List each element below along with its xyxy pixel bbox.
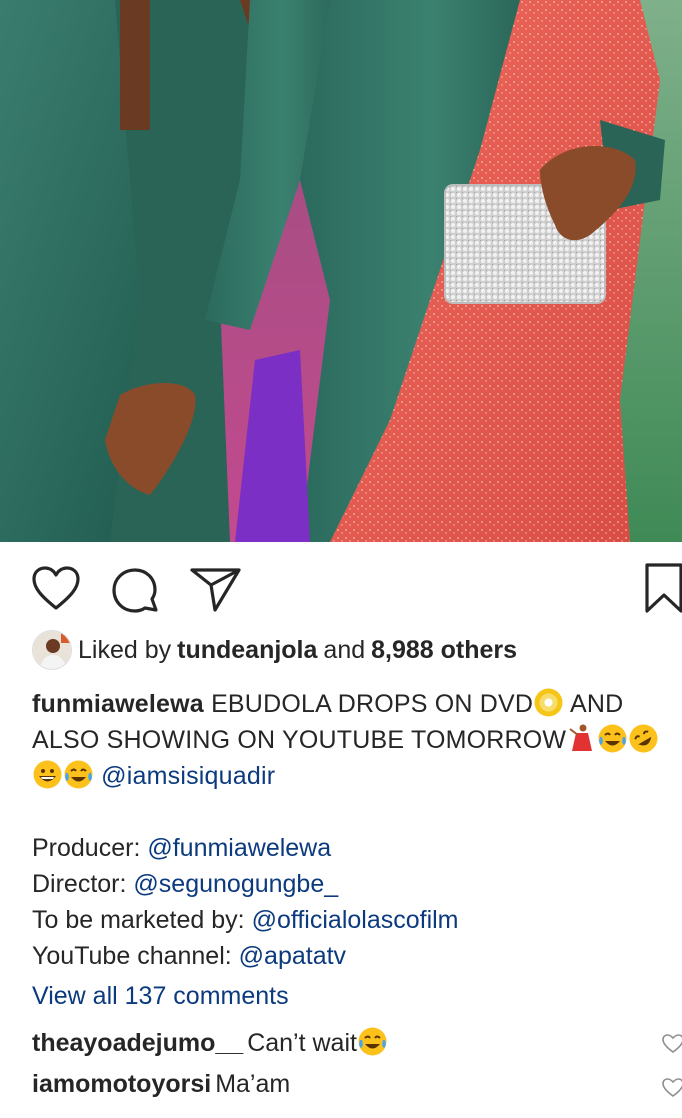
- grinning-emoji-icon: [32, 759, 63, 790]
- credit-mention[interactable]: @funmiawelewa: [147, 834, 331, 862]
- paper-plane-icon[interactable]: [190, 566, 242, 617]
- credit-mention[interactable]: @officialolascofilm: [252, 906, 459, 934]
- avatar[interactable]: [32, 630, 72, 670]
- comment-like-heart-icon[interactable]: [662, 1076, 682, 1105]
- likes-user-link[interactable]: tundeanjola: [177, 636, 317, 664]
- comment-bubble-icon[interactable]: [110, 566, 160, 621]
- view-all-comments-link[interactable]: View all 137 comments: [32, 982, 289, 1011]
- likes-summary[interactable]: Liked by tundeanjola and 8,988 others: [32, 630, 523, 670]
- post-caption: funmiawelewa EBUDOLA DROPS ON DVD AND AL…: [32, 686, 682, 794]
- credit-row: To be marketed by: @officialolascofilm: [32, 902, 459, 938]
- bookmark-icon[interactable]: [644, 562, 682, 619]
- tears-of-joy-emoji-icon: [357, 1026, 388, 1057]
- comment-username[interactable]: theayoadejumo__: [32, 1029, 243, 1057]
- comment-like-heart-icon[interactable]: [662, 1032, 682, 1061]
- tears-of-joy-emoji-icon: [597, 723, 628, 754]
- heart-outline-icon[interactable]: [31, 566, 81, 617]
- credit-label: YouTube channel:: [32, 942, 232, 970]
- credit-label: Producer:: [32, 834, 141, 862]
- caption-username[interactable]: funmiawelewa: [32, 690, 204, 718]
- caption-credits: Producer: @funmiawelewa Director: @segun…: [32, 830, 459, 974]
- photo-illustration: [0, 0, 682, 542]
- credit-row: Director: @segunogungbe_: [32, 866, 459, 902]
- dvd-emoji-icon: [533, 687, 564, 718]
- credit-row: YouTube channel: @apatatv: [32, 938, 459, 974]
- caption-text-1: EBUDOLA DROPS ON DVD: [211, 690, 534, 718]
- likes-joiner: and: [323, 635, 366, 664]
- caption-mention[interactable]: @iamsisiquadir: [101, 762, 275, 790]
- comment-row: iamomotoyorsi Ma’am: [32, 1070, 682, 1099]
- post-photo[interactable]: [0, 0, 682, 542]
- credit-row: Producer: @funmiawelewa: [32, 830, 459, 866]
- likes-others-link[interactable]: 8,988 others: [371, 636, 517, 664]
- credit-label: To be marketed by:: [32, 906, 245, 934]
- comment-username[interactable]: iamomotoyorsi: [32, 1070, 211, 1098]
- credit-mention[interactable]: @segunogungbe_: [133, 870, 338, 898]
- likes-prefix: Liked by: [78, 635, 172, 664]
- comment-text: Can’t wait: [247, 1029, 357, 1057]
- comment-text: Ma’am: [215, 1070, 291, 1098]
- dancer-emoji-icon: [566, 723, 597, 754]
- post-action-bar: [0, 542, 682, 634]
- rofl-emoji-icon: [628, 723, 659, 754]
- credit-label: Director:: [32, 870, 127, 898]
- tears-of-joy-emoji-icon: [63, 759, 94, 790]
- comment-row: theayoadejumo__ Can’t wait: [32, 1026, 682, 1058]
- credit-mention[interactable]: @apatatv: [239, 942, 346, 970]
